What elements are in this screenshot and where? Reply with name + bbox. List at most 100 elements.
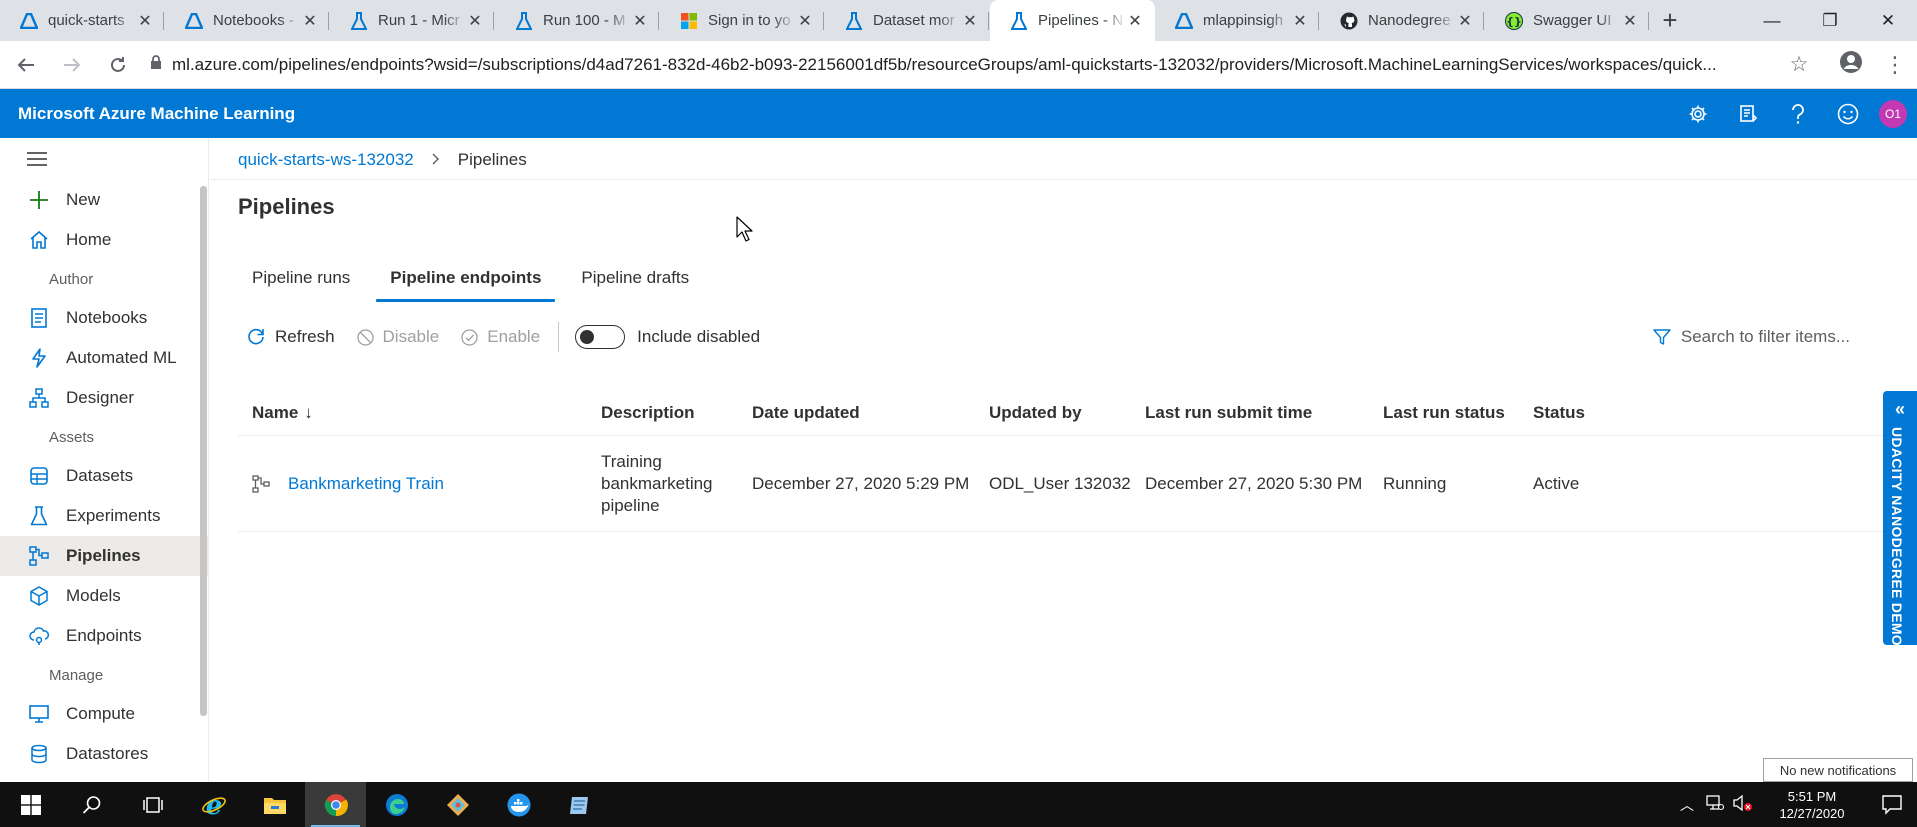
- bookmark-star-icon[interactable]: ☆: [1779, 52, 1819, 77]
- mouse-cursor-icon: [736, 216, 753, 242]
- edge-icon[interactable]: [366, 782, 427, 827]
- tab-pipeline-endpoints[interactable]: Pipeline endpoints: [376, 258, 556, 302]
- sidebar-item-home[interactable]: Home: [0, 220, 208, 260]
- close-icon[interactable]: ✕: [796, 11, 814, 31]
- pipeline-tabs: Pipeline runs Pipeline endpoints Pipelin…: [238, 258, 715, 302]
- back-button[interactable]: [6, 45, 46, 85]
- close-icon[interactable]: ✕: [1456, 11, 1474, 31]
- side-panel-tab[interactable]: « UDACITY NANODEGREE DEMO: [1883, 391, 1917, 646]
- pipeline-name-link[interactable]: Bankmarketing Train: [288, 473, 444, 495]
- sidebar-item-automated-ml[interactable]: Automated ML: [0, 338, 208, 378]
- reload-button[interactable]: [98, 45, 138, 85]
- system-tray: ︿ 5:51 PM 12/27/2020: [1673, 782, 1917, 827]
- browser-tab-active[interactable]: Pipelines - N ✕: [990, 0, 1155, 41]
- avatar[interactable]: O1: [1879, 99, 1907, 128]
- column-header-updated-by[interactable]: Updated by: [975, 402, 1131, 424]
- browser-tab[interactable]: Run 100 - M ✕: [495, 0, 660, 41]
- column-header-last-run-submit-time[interactable]: Last run submit time: [1131, 402, 1369, 424]
- task-view-icon[interactable]: [122, 782, 183, 827]
- feedback-smiley-icon[interactable]: [1823, 89, 1873, 138]
- new-tab-button[interactable]: +: [1650, 0, 1690, 41]
- minimize-icon[interactable]: —: [1743, 11, 1801, 31]
- cell-name: Bankmarketing Train: [238, 473, 587, 495]
- sidebar-item-endpoints[interactable]: Endpoints: [0, 616, 208, 656]
- close-icon[interactable]: ✕: [1621, 11, 1639, 31]
- windows-start-icon[interactable]: [0, 782, 61, 827]
- sidebar-item-experiments[interactable]: Experiments: [0, 496, 208, 536]
- disable-label: Disable: [382, 327, 440, 346]
- include-disabled-toggle[interactable]: [575, 325, 626, 349]
- sidebar-item-datasets[interactable]: Datasets: [0, 456, 208, 496]
- sidebar-item-pipelines[interactable]: Pipelines: [0, 536, 208, 576]
- table-row[interactable]: Bankmarketing Train Training bankmarketi…: [238, 436, 1898, 532]
- column-header-date-updated[interactable]: Date updated: [738, 402, 975, 424]
- cell-updated-by: ODL_User 132032: [989, 473, 1131, 493]
- notepad-icon[interactable]: [549, 782, 610, 827]
- hamburger-menu-button[interactable]: [0, 138, 208, 180]
- hamburger-icon: [27, 152, 47, 166]
- sidebar-item-label: Designer: [66, 388, 135, 407]
- forward-button[interactable]: [52, 45, 92, 85]
- browser-tab[interactable]: quick-starts ✕: [0, 0, 165, 41]
- table-header-row: Name ↓ Description Date updated Updated …: [238, 390, 1898, 436]
- search-icon[interactable]: [61, 782, 122, 827]
- profile-icon[interactable]: [1829, 50, 1873, 80]
- chevron-up-icon[interactable]: ︿: [1673, 795, 1701, 815]
- column-header-last-run-status[interactable]: Last run status: [1369, 402, 1519, 424]
- refresh-button[interactable]: Refresh: [246, 327, 335, 347]
- breadcrumb-workspace-link[interactable]: quick-starts-ws-132032: [238, 150, 414, 170]
- app-title[interactable]: Microsoft Azure Machine Learning: [18, 104, 295, 124]
- browser-tab[interactable]: mlappinsigh ✕: [1155, 0, 1320, 41]
- browser-tab[interactable]: Nanodegree ✕: [1320, 0, 1485, 41]
- file-explorer-icon[interactable]: [244, 782, 305, 827]
- restore-icon[interactable]: ❐: [1801, 11, 1859, 31]
- column-header-name[interactable]: Name ↓: [238, 402, 587, 424]
- git-tool-icon[interactable]: [427, 782, 488, 827]
- lock-icon[interactable]: [150, 55, 172, 74]
- sidebar-section-manage: Manage: [49, 666, 104, 684]
- arrow-left-icon: [17, 57, 34, 72]
- close-icon[interactable]: ✕: [466, 11, 484, 31]
- browser-tab[interactable]: {} Swagger UI ✕: [1485, 0, 1650, 41]
- sidebar-item-new[interactable]: New: [0, 180, 208, 220]
- tab-pipeline-runs[interactable]: Pipeline runs: [238, 258, 364, 298]
- docker-icon[interactable]: [488, 782, 549, 827]
- close-icon[interactable]: ✕: [1291, 11, 1309, 31]
- volume-muted-icon[interactable]: [1729, 794, 1757, 814]
- sidebar-item-models[interactable]: Models: [0, 576, 208, 616]
- action-center-icon[interactable]: [1867, 794, 1917, 815]
- gear-icon[interactable]: [1673, 89, 1723, 138]
- tab-pipeline-drafts[interactable]: Pipeline drafts: [567, 258, 703, 298]
- sidebar-item-datastores[interactable]: Datastores: [0, 734, 208, 774]
- search-input[interactable]: Search to filter items...: [1681, 327, 1850, 347]
- disable-button[interactable]: Disable: [356, 327, 440, 347]
- sidebar-item-label: Endpoints: [66, 626, 142, 645]
- column-header-description[interactable]: Description: [587, 402, 738, 424]
- chrome-icon[interactable]: [305, 782, 366, 827]
- notifications-icon[interactable]: [1723, 89, 1773, 138]
- sidebar-item-designer[interactable]: Designer: [0, 378, 208, 418]
- system-clock[interactable]: 5:51 PM 12/27/2020: [1769, 788, 1855, 822]
- browser-tab[interactable]: Sign in to yo ✕: [660, 0, 825, 41]
- notification-tooltip: No new notifications: [1763, 758, 1913, 782]
- close-window-icon[interactable]: ✕: [1859, 11, 1917, 31]
- internet-explorer-icon[interactable]: e: [183, 782, 244, 827]
- close-icon[interactable]: ✕: [301, 11, 319, 31]
- sidebar-item-compute[interactable]: Compute: [0, 694, 208, 734]
- column-header-status[interactable]: Status: [1519, 402, 1639, 424]
- browser-tab[interactable]: Dataset mor ✕: [825, 0, 990, 41]
- network-icon[interactable]: [1701, 795, 1729, 814]
- close-icon[interactable]: ✕: [631, 11, 649, 31]
- browser-tab[interactable]: Run 1 - Micr ✕: [330, 0, 495, 41]
- sidebar-scrollbar[interactable]: [200, 186, 207, 716]
- close-icon[interactable]: ✕: [961, 11, 979, 31]
- browser-tab[interactable]: Notebooks - ✕: [165, 0, 330, 41]
- more-options-icon[interactable]: ⋮: [1873, 52, 1917, 78]
- close-icon[interactable]: ✕: [136, 11, 154, 31]
- sidebar-item-notebooks[interactable]: Notebooks: [0, 298, 208, 338]
- url-field[interactable]: ml.azure.com/pipelines/endpoints?wsid=/s…: [150, 47, 1819, 83]
- help-icon[interactable]: [1773, 89, 1823, 138]
- search-filter[interactable]: Search to filter items...: [1653, 316, 1850, 358]
- close-icon[interactable]: ✕: [1126, 11, 1144, 31]
- enable-button[interactable]: Enable: [461, 327, 540, 347]
